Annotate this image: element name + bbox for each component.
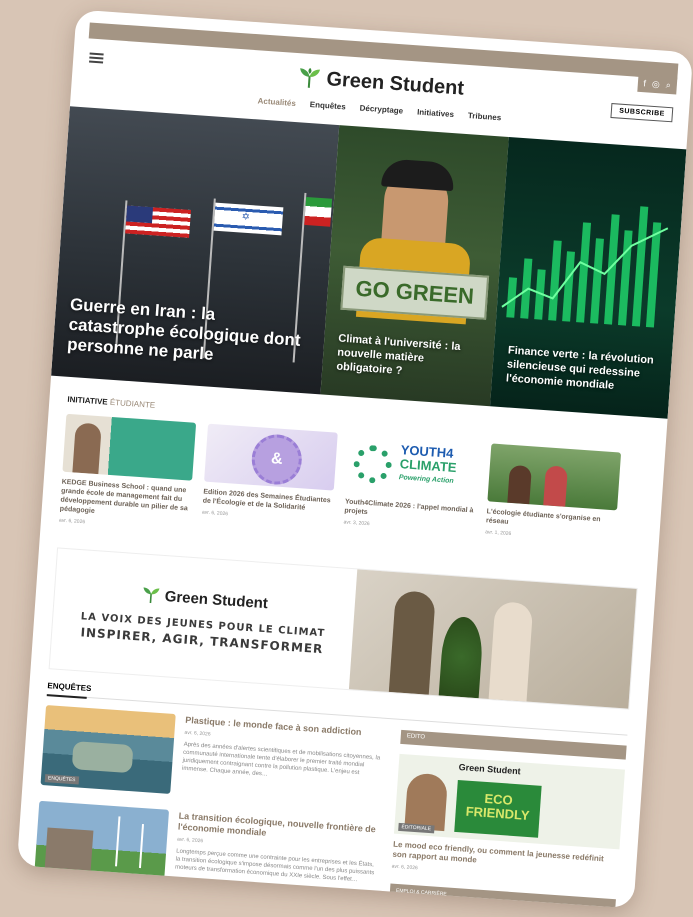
sidebar-tag: ÉDITORIALE xyxy=(398,822,435,834)
tablet-screen: Green Student f ◎ ⌕ Actualités Enquêtes … xyxy=(16,9,693,909)
hero-section: ✡ Guerre en Iran : la catastrophe écolog… xyxy=(51,106,687,419)
wind-turbine-icon xyxy=(115,816,121,867)
hero-title-1: Guerre en Iran : la catastrophe écologiq… xyxy=(66,294,302,364)
eco-friendly-graphic: ECO FRIENDLY xyxy=(454,779,542,838)
card-youth4climate[interactable]: YOUTH4 CLIMATE Powering Action Youth4Cli… xyxy=(342,433,480,553)
israel-flag-image: ✡ xyxy=(213,202,284,236)
side-logo: Green Student xyxy=(458,762,521,777)
card-thumb xyxy=(487,443,622,511)
logo-text: Green Student xyxy=(325,67,465,100)
hero-card-finance[interactable]: Finance verte : la révolution silencieus… xyxy=(490,136,687,419)
card-kedge[interactable]: KEDGE Business School : quand une grande… xyxy=(59,413,197,533)
sidebar-label-emploi: EMPLOI & CARRIÈRE xyxy=(389,883,616,909)
wind-turbine-icon xyxy=(138,824,145,869)
menu-icon[interactable] xyxy=(89,51,104,66)
person-photo xyxy=(72,422,102,475)
article-body: La transition écologique, nouvelle front… xyxy=(173,811,378,905)
person-photo xyxy=(488,601,534,702)
card-thumb: & xyxy=(204,423,338,491)
sidebar-thumb[interactable]: Green Student ECO FRIENDLY ÉDITORIALE xyxy=(393,753,625,850)
card-reseau[interactable]: L'écologie étudiante s'organise en résea… xyxy=(484,443,622,562)
badge-graphic: & xyxy=(250,432,304,487)
sidebar-label-edito: EDITO xyxy=(400,729,627,760)
banner-left: Green Student LA VOIX DES JEUNES POUR LE… xyxy=(50,549,358,690)
hero-card-climat[interactable]: GO GREEN Climat à l'université : la nouv… xyxy=(320,125,509,407)
iran-flag-image xyxy=(304,196,333,227)
article-tag: ENQUÊTES xyxy=(38,869,72,881)
card-semaines[interactable]: & Edition 2026 des Semaines Étudiantes d… xyxy=(200,423,338,543)
hero-card-iran[interactable]: ✡ Guerre en Iran : la catastrophe écolog… xyxy=(51,106,340,395)
leaf-logo-icon xyxy=(300,67,321,88)
banner-photo xyxy=(348,569,637,709)
youth4climate-logo: YOUTH4 CLIMATE Powering Action xyxy=(398,442,458,489)
article-thumb: ENQUÊTES xyxy=(40,705,176,794)
article-item[interactable]: ENQUÊTES Plastique : le monde face à son… xyxy=(40,705,386,809)
social-icons: f ◎ ⌕ xyxy=(636,74,678,95)
students-photo xyxy=(543,465,568,507)
us-flag-image xyxy=(125,205,191,238)
article-tag: ENQUÊTES xyxy=(44,774,79,785)
banner-logo-text: Green Student xyxy=(164,587,269,612)
sunburst-logo-icon xyxy=(352,443,393,485)
hero-title-2: Climat à l'université : la nouvelle mati… xyxy=(335,332,461,378)
card-thumb: YOUTH4 CLIMATE Powering Action xyxy=(345,433,480,501)
initiative-cards: KEDGE Business School : quand une grande… xyxy=(41,403,666,566)
card-title: KEDGE Business School : quand une grande… xyxy=(59,478,188,515)
person-photo xyxy=(388,590,436,695)
facebook-icon[interactable]: f xyxy=(643,78,646,89)
article-list: ENQUÊTES Plastique : le monde face à son… xyxy=(33,705,386,908)
lower-section: ENQUÊTES Plastique : le monde face à son… xyxy=(17,694,645,909)
article-thumb: ENQUÊTES xyxy=(33,800,170,890)
article-body: Plastique : le monde face à son addictio… xyxy=(180,715,385,809)
students-photo xyxy=(507,464,532,505)
leaf-logo-icon xyxy=(143,587,160,604)
student-beanie xyxy=(381,158,455,192)
card-thumb xyxy=(62,413,197,481)
plastic-pile-photo xyxy=(71,741,134,774)
instagram-icon[interactable]: ◎ xyxy=(652,79,661,91)
banner-logo: Green Student xyxy=(141,586,268,612)
logo-line-3: Powering Action xyxy=(398,474,454,485)
plant-photo xyxy=(438,615,485,699)
article-item[interactable]: ENQUÊTES La transition écologique, nouve… xyxy=(33,800,379,905)
person-photo xyxy=(404,772,449,832)
growth-bars-icon xyxy=(501,206,669,328)
sidebar: EDITO Green Student ECO FRIENDLY ÉDITORI… xyxy=(388,729,627,909)
factory-photo xyxy=(44,827,94,871)
site-logo[interactable]: Green Student xyxy=(298,66,465,101)
search-icon[interactable]: ⌕ xyxy=(665,80,671,91)
promo-banner[interactable]: Green Student LA VOIX DES JEUNES POUR LE… xyxy=(48,547,638,710)
